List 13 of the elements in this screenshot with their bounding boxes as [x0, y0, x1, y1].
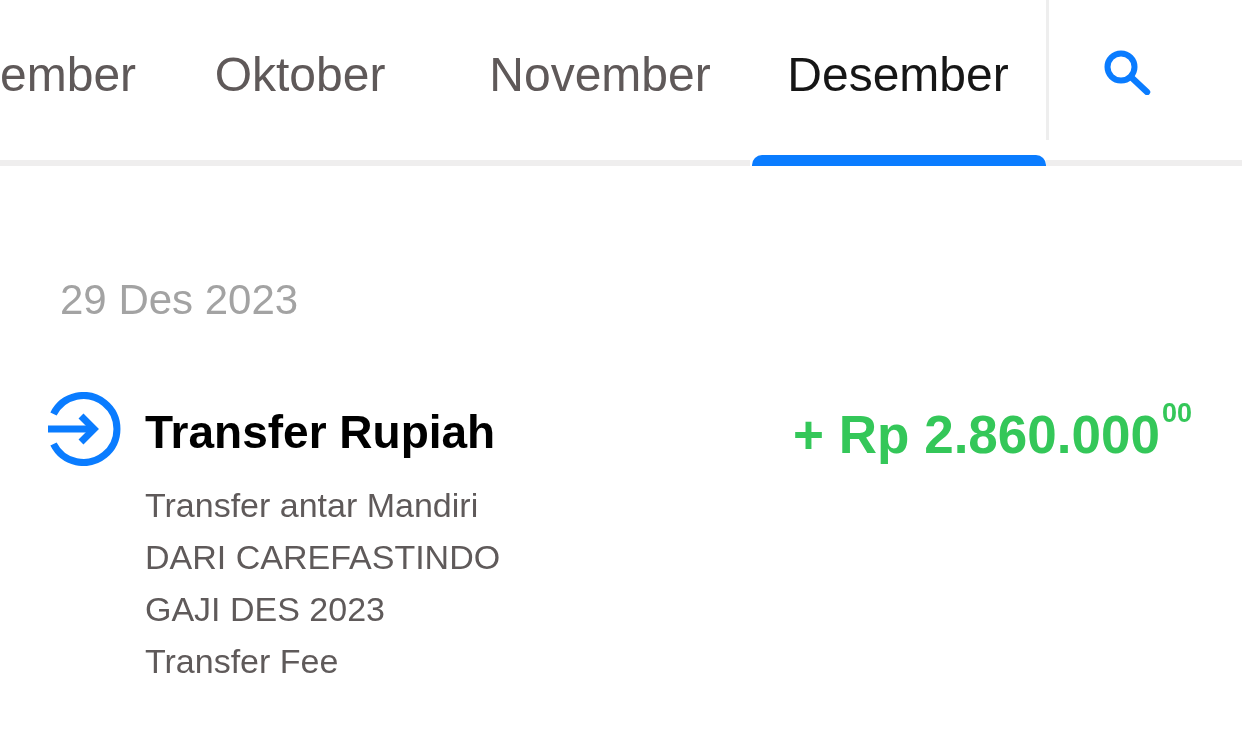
transaction-amount: + Rp 2.860.000$^{00}$: [793, 400, 1192, 464]
search-button[interactable]: [1103, 49, 1151, 95]
transaction-title: Transfer Rupiah: [145, 405, 496, 460]
transaction-detail: DARI CAREFASTINDO: [145, 537, 501, 578]
transaction-detail: Transfer Fee: [145, 641, 339, 682]
month-tab[interactable]: Oktober: [150, 0, 450, 155]
search-icon: [1103, 49, 1151, 95]
date-header: 29 Des 2023: [60, 278, 299, 322]
transaction-detail: GAJI DES 2023: [145, 589, 385, 630]
month-tab[interactable]: ember: [0, 0, 150, 155]
month-tab[interactable]: November: [450, 0, 750, 155]
transaction-detail: Transfer antar Mandiri: [145, 485, 479, 526]
month-tab[interactable]: Desember: [750, 0, 1046, 155]
